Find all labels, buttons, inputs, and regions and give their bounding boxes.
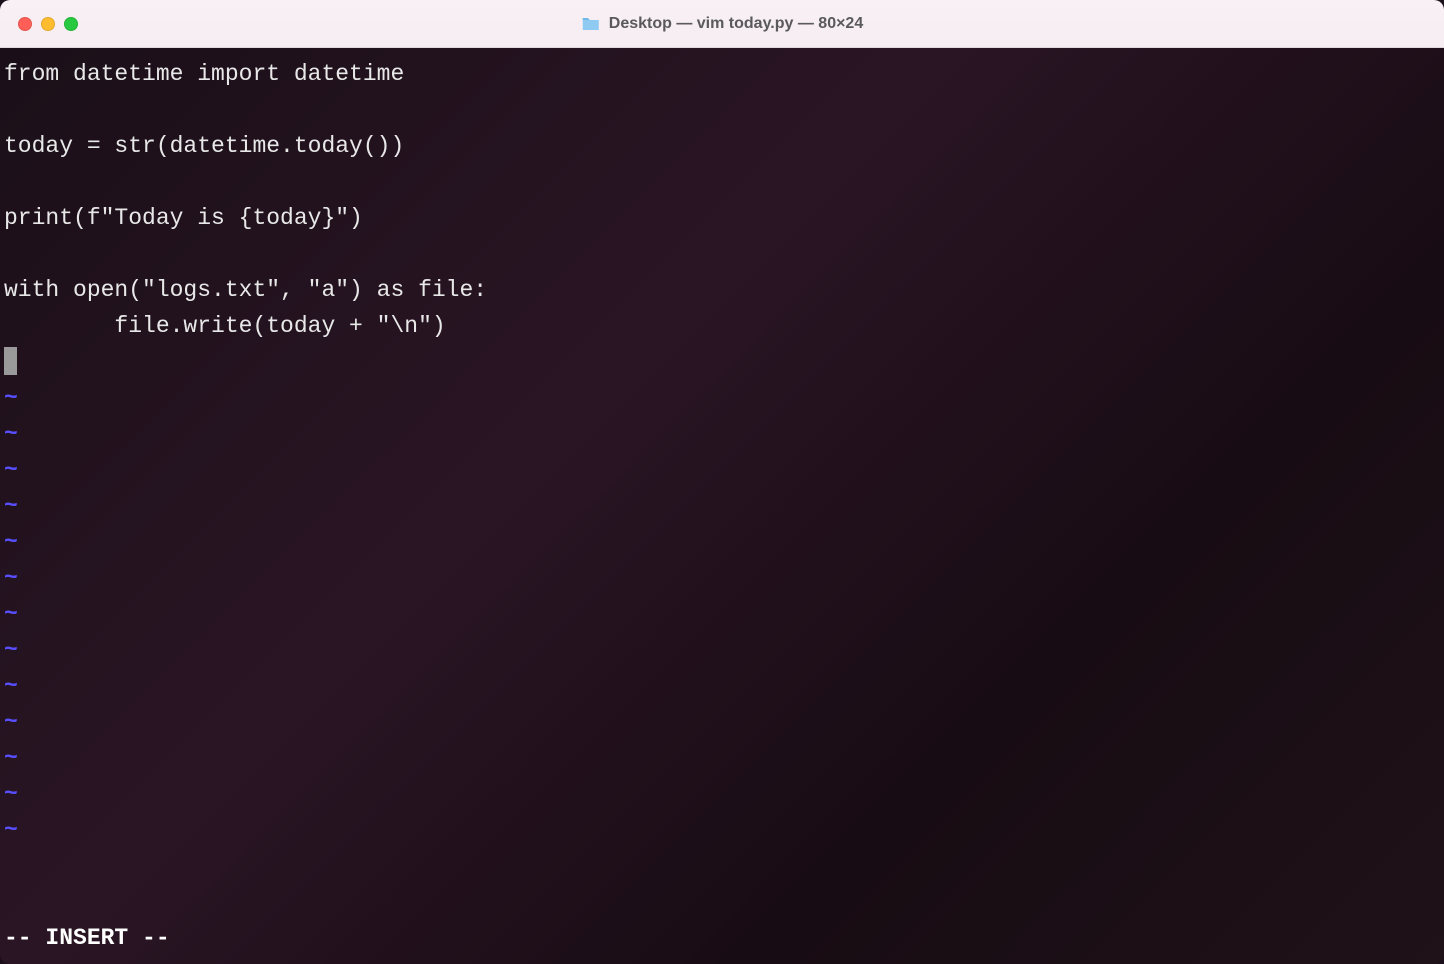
tilde-line: ~ bbox=[4, 812, 1440, 848]
code-line: print(f"Today is {today}") bbox=[4, 200, 1440, 236]
window-title-area: Desktop — vim today.py — 80×24 bbox=[581, 15, 863, 33]
minimize-button[interactable] bbox=[41, 17, 55, 31]
code-line: with open("logs.txt", "a") as file: bbox=[4, 272, 1440, 308]
tilde-line: ~ bbox=[4, 560, 1440, 596]
tilde-line: ~ bbox=[4, 452, 1440, 488]
tilde-line: ~ bbox=[4, 704, 1440, 740]
cursor-line bbox=[4, 344, 1440, 380]
code-line: today = str(datetime.today()) bbox=[4, 128, 1440, 164]
tilde-line: ~ bbox=[4, 380, 1440, 416]
window-title: Desktop — vim today.py — 80×24 bbox=[609, 15, 863, 33]
terminal-window: Desktop — vim today.py — 80×24 from date… bbox=[0, 0, 1444, 964]
tilde-line: ~ bbox=[4, 524, 1440, 560]
code-line: from datetime import datetime bbox=[4, 56, 1440, 92]
cursor bbox=[4, 347, 17, 375]
tilde-line: ~ bbox=[4, 740, 1440, 776]
tilde-line: ~ bbox=[4, 416, 1440, 452]
code-line: file.write(today + "\n") bbox=[4, 308, 1440, 344]
vim-mode-status: -- INSERT -- bbox=[4, 920, 1440, 956]
code-area: from datetime import datetime today = st… bbox=[4, 56, 1440, 380]
tilde-line: ~ bbox=[4, 596, 1440, 632]
window-titlebar: Desktop — vim today.py — 80×24 bbox=[0, 0, 1444, 48]
tilde-line: ~ bbox=[4, 632, 1440, 668]
code-line bbox=[4, 164, 1440, 200]
maximize-button[interactable] bbox=[64, 17, 78, 31]
close-button[interactable] bbox=[18, 17, 32, 31]
tilde-line: ~ bbox=[4, 776, 1440, 812]
empty-lines-area: ~ ~ ~ ~ ~ ~ ~ ~ ~ ~ ~ ~ ~ bbox=[4, 380, 1440, 920]
code-line bbox=[4, 236, 1440, 272]
code-line bbox=[4, 92, 1440, 128]
traffic-lights bbox=[18, 17, 78, 31]
tilde-line: ~ bbox=[4, 668, 1440, 704]
tilde-line: ~ bbox=[4, 488, 1440, 524]
terminal-content[interactable]: from datetime import datetime today = st… bbox=[0, 48, 1444, 964]
folder-icon bbox=[581, 16, 601, 32]
